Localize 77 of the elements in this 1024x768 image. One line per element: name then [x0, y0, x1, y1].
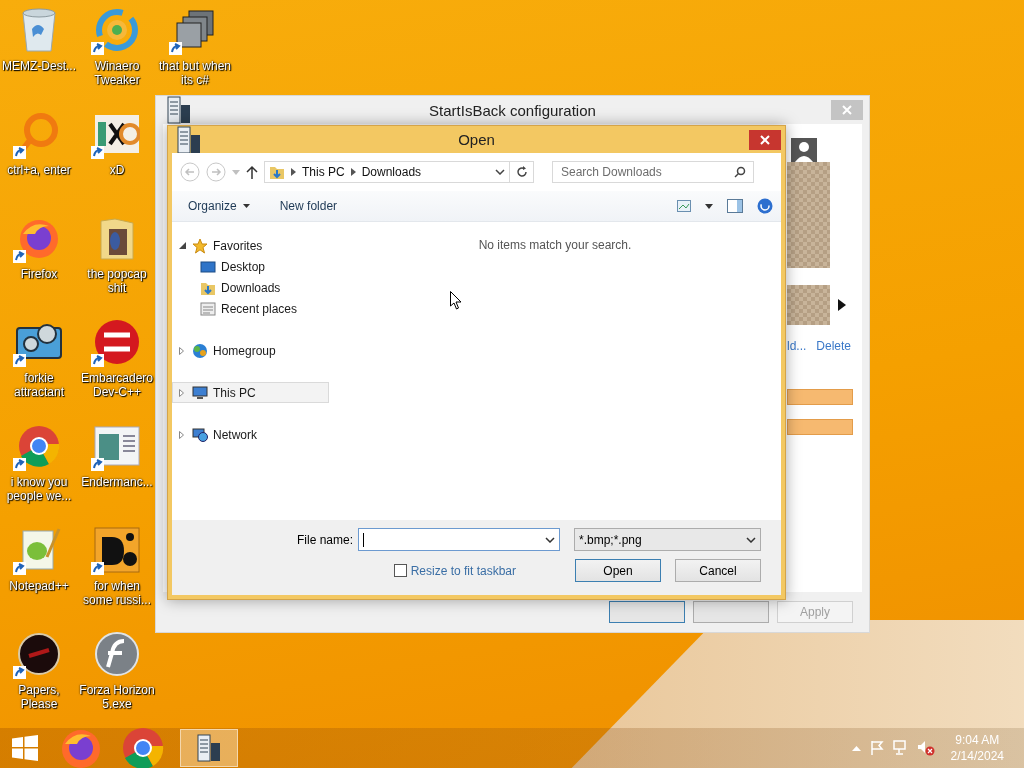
folder-icon — [97, 215, 137, 261]
dark-circle-icon — [17, 632, 61, 676]
refresh-button[interactable] — [510, 161, 534, 183]
view-icon[interactable] — [677, 200, 691, 212]
dialog-button[interactable]: Cancel — [675, 559, 761, 582]
chevron-up-icon[interactable] — [851, 745, 861, 751]
next-arrow-icon[interactable] — [838, 299, 846, 311]
browser-icon — [121, 726, 165, 768]
window-title: StartIsBack configuration — [428, 101, 597, 119]
tree-item[interactable]: Favorites — [172, 235, 329, 256]
speaker-icon[interactable] — [916, 740, 935, 756]
file-name-field[interactable] — [358, 528, 560, 551]
preview-pane-icon[interactable] — [727, 199, 743, 213]
desktop-icon — [200, 259, 216, 274]
app-tile-icon — [94, 527, 140, 573]
file-type-dropdown[interactable]: *.bmp;*.png — [574, 528, 761, 551]
taskbar-app-button[interactable] — [180, 729, 238, 767]
link[interactable]: Delete — [816, 339, 852, 353]
folder-download-icon — [269, 164, 285, 180]
dialog-button[interactable] — [693, 601, 769, 623]
desktop-icon-label[interactable]: Forza Horizon 5.exe — [79, 683, 155, 711]
window-title: Open — [457, 131, 496, 148]
tree-item[interactable]: Network — [172, 424, 329, 445]
resize-checkbox[interactable]: Resize to fit taskbar — [393, 563, 516, 578]
breadcrumb[interactable]: Downloads — [361, 165, 422, 179]
mouse-cursor-icon — [450, 291, 462, 310]
collapsed-arrow-icon[interactable] — [179, 430, 184, 439]
close-icon — [760, 134, 770, 145]
browser-icon — [17, 424, 61, 468]
tree-item[interactable]: Desktop — [172, 256, 329, 277]
tree-item[interactable]: Homegroup — [172, 340, 329, 361]
swirl-icon — [95, 8, 139, 52]
recent-places-icon — [200, 300, 216, 317]
tree-item[interactable]: This PC — [172, 382, 329, 403]
help-icon[interactable] — [757, 198, 773, 214]
field-label: File name: — [296, 532, 353, 547]
expanded-arrow-icon[interactable] — [179, 242, 186, 249]
chevron-icon — [350, 168, 356, 176]
empty-message: No items match your search. — [478, 238, 632, 254]
network-icon — [192, 426, 208, 443]
address-bar[interactable]: This PC Downloads — [264, 161, 510, 183]
caret-icon[interactable] — [705, 203, 713, 209]
star-icon — [192, 237, 208, 254]
windows-logo-icon — [12, 735, 38, 761]
homegroup-icon — [192, 342, 208, 359]
tree-item[interactable]: Downloads — [172, 277, 329, 298]
link[interactable]: ld... — [787, 339, 807, 353]
chevron-down-icon[interactable] — [495, 169, 505, 175]
user-icon — [791, 138, 817, 162]
search-icon — [734, 166, 746, 178]
caret-icon — [242, 204, 250, 208]
dialog-button[interactable]: Open — [575, 559, 661, 582]
disc-logo-icon — [94, 319, 140, 365]
hex-editor-icon — [94, 114, 140, 154]
highlight-bar — [787, 389, 853, 405]
chevron-down-icon — [746, 536, 756, 543]
computer-icon — [192, 384, 208, 401]
stacked-windows-icon — [175, 9, 215, 51]
window-icon — [94, 426, 140, 466]
breadcrumb[interactable]: This PC — [302, 165, 345, 179]
highlight-bar — [787, 419, 853, 435]
up-arrow-icon[interactable] — [246, 165, 258, 179]
recycle-bin-icon — [19, 7, 59, 53]
new-folder-button[interactable]: New folder — [279, 199, 338, 213]
tree-item[interactable]: Recent places — [172, 298, 329, 319]
collapsed-arrow-icon[interactable] — [179, 388, 184, 397]
collapsed-arrow-icon[interactable] — [179, 346, 184, 355]
organize-button[interactable]: Organize — [188, 199, 250, 213]
chevron-icon — [291, 168, 296, 176]
dialog-button[interactable] — [609, 601, 685, 623]
image-preview — [787, 285, 830, 325]
search-field[interactable]: Search Downloads — [552, 161, 754, 183]
chevron-down-icon[interactable] — [545, 536, 555, 543]
flash-disc-icon — [94, 631, 140, 677]
refresh-icon — [515, 166, 528, 178]
close-button[interactable] — [749, 129, 781, 150]
close-icon — [842, 105, 852, 115]
